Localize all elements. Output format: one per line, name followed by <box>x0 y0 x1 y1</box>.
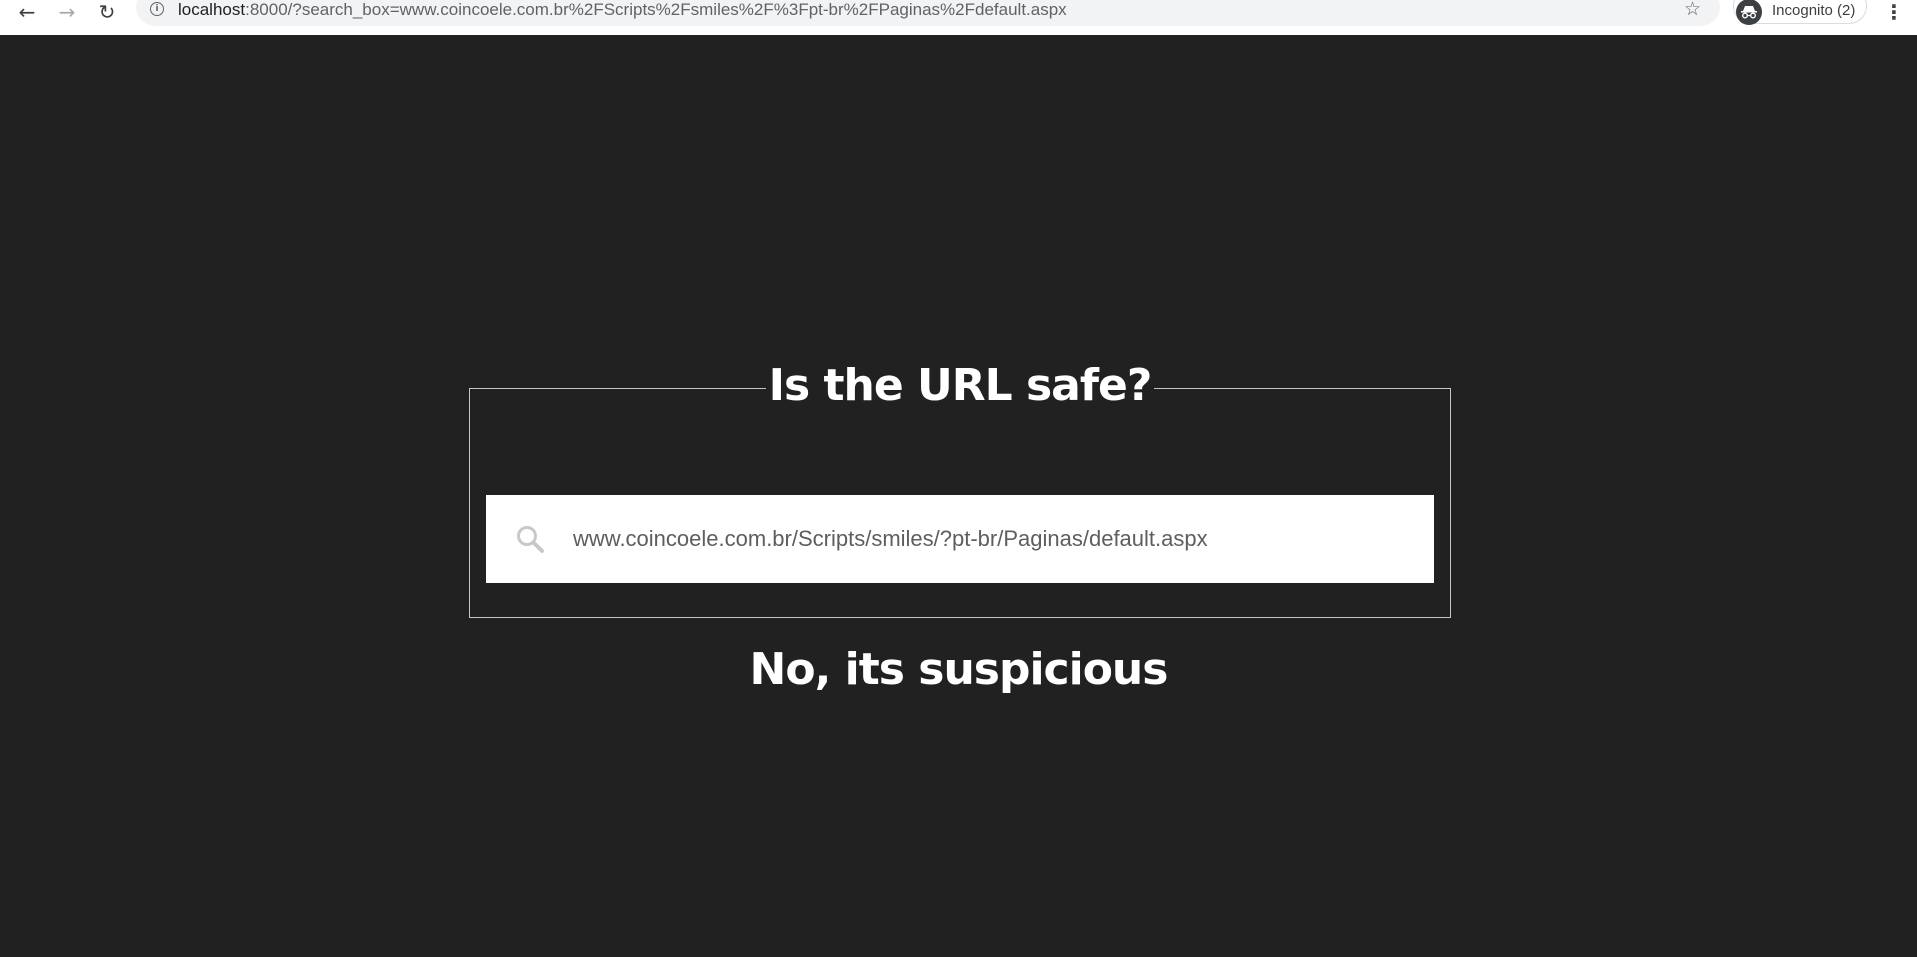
arrow-left-icon: ← <box>18 0 36 24</box>
page-body: Is the URL safe? No, its suspicious <box>0 35 1917 957</box>
url-check-panel: Is the URL safe? <box>469 357 1451 618</box>
panel-title-wrap: Is the URL safe? <box>470 357 1450 415</box>
back-button[interactable]: ← <box>9 0 45 24</box>
url-path: :8000/?search_box=www.coincoele.com.br%2… <box>245 0 1067 19</box>
browser-toolbar: ← → ↻ i localhost:8000/?search_box=www.c… <box>0 0 1917 35</box>
star-icon[interactable]: ☆ <box>1684 0 1701 19</box>
url-host: localhost <box>178 0 246 19</box>
search-icon[interactable] <box>514 523 546 555</box>
reload-button[interactable]: ↻ <box>89 0 125 24</box>
url-text[interactable]: localhost:8000/?search_box=www.coincoele… <box>178 0 1067 20</box>
address-bar[interactable]: i localhost:8000/?search_box=www.coincoe… <box>136 0 1720 26</box>
search-input[interactable] <box>573 519 1413 559</box>
reload-icon: ↻ <box>98 0 116 24</box>
info-icon[interactable]: i <box>150 2 164 16</box>
incognito-icon <box>1736 0 1762 25</box>
search-box[interactable] <box>486 495 1434 583</box>
kebab-menu-icon[interactable]: ⋮ <box>1882 0 1906 24</box>
page-title: Is the URL safe? <box>765 357 1155 415</box>
arrow-right-icon: → <box>58 0 76 24</box>
incognito-label: Incognito (2) <box>1772 2 1856 19</box>
result-text: No, its suspicious <box>749 644 1169 695</box>
forward-button[interactable]: → <box>49 0 85 24</box>
incognito-indicator[interactable]: Incognito (2) <box>1733 0 1867 25</box>
